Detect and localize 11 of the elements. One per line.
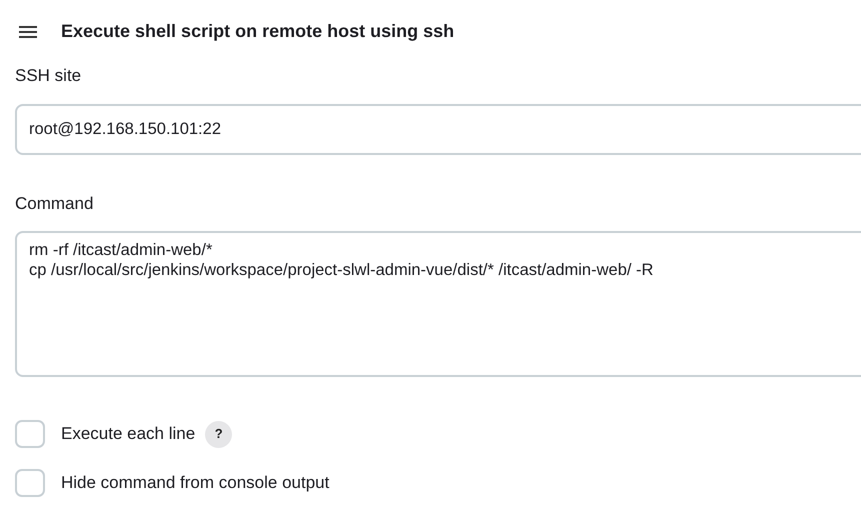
checkbox[interactable] [15,420,45,448]
menu-icon[interactable] [19,26,37,38]
command-field[interactable]: rm -rf /itcast/admin-web/* cp /usr/local/src/jenkins/workspace/project-slwl-admin-vue/dist/* /itcast/admin-web/ -R [15,231,861,377]
checkbox-label: Hide command from console output [61,472,330,494]
field-label: SSH site [15,65,82,87]
section-title: Execute shell script on remote host using ssh [61,21,454,43]
checkbox[interactable] [15,469,45,497]
checkbox-label: Execute each line [61,423,196,446]
field-label: Command [15,192,94,214]
ssh-site-field[interactable]: root@192.168.150.101:22 [15,104,861,154]
help-button[interactable]: ? [205,420,232,448]
